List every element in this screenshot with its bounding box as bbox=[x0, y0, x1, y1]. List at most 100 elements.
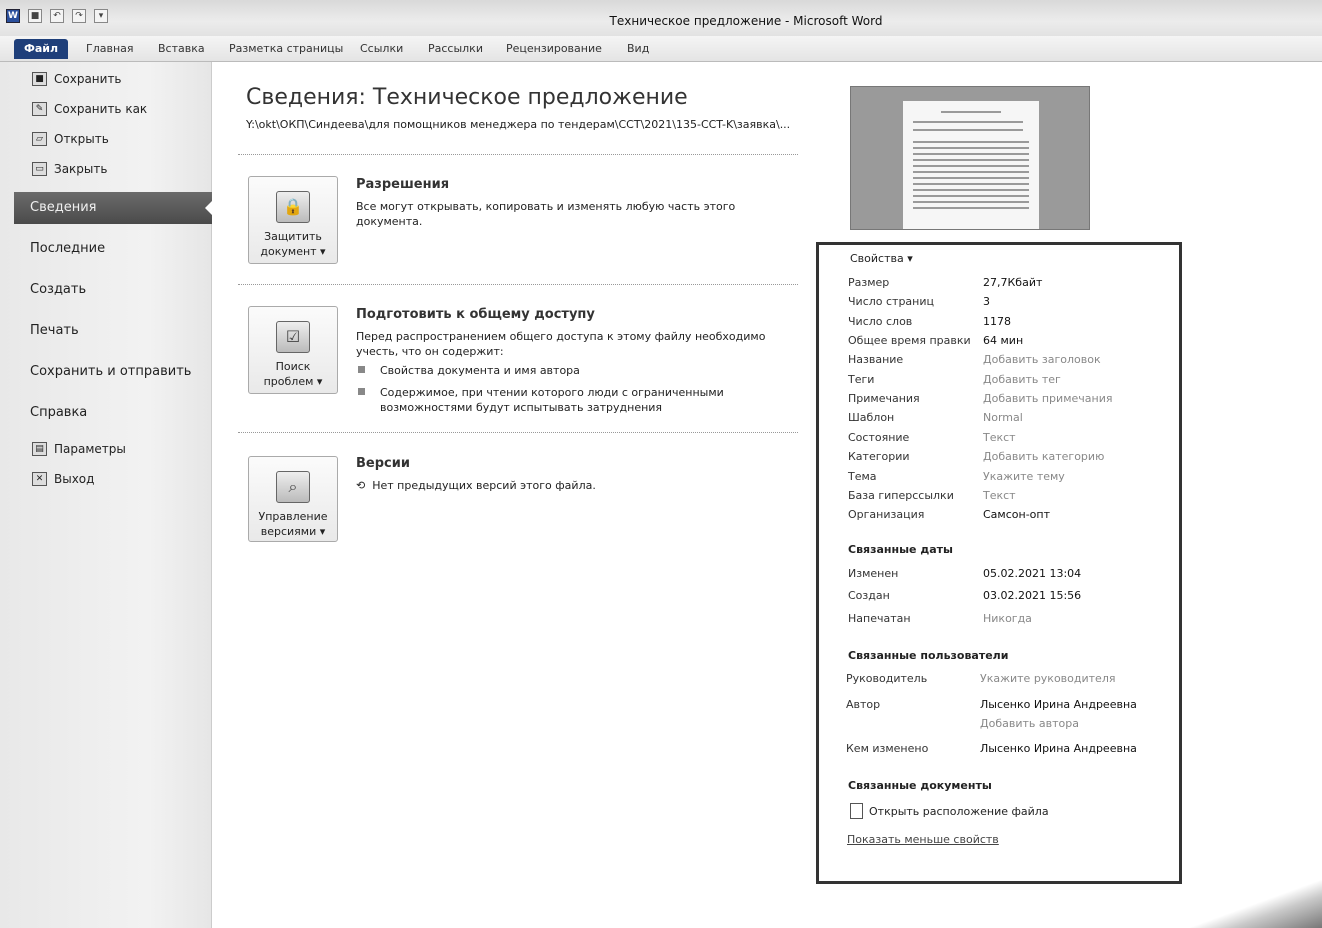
prop-edit-time: 64 мин bbox=[983, 334, 1024, 347]
prop-label-company: Организация bbox=[848, 508, 925, 521]
open-file-location-label: Открыть расположение файла bbox=[869, 804, 1049, 818]
related-documents-title: Связанные документы bbox=[848, 779, 992, 792]
ribbon-tabs: Файл Главная Вставка Разметка страницы С… bbox=[0, 36, 1322, 62]
manage-versions-button[interactable]: ⌕ Управление версиями ▾ bbox=[248, 456, 338, 542]
bullet-icon bbox=[358, 388, 365, 395]
prop-subject-field[interactable]: Укажите тему bbox=[983, 470, 1065, 483]
manage-versions-label-1: Управление bbox=[258, 510, 328, 523]
tab-insert[interactable]: Вставка bbox=[158, 42, 205, 55]
modified-by-name[interactable]: Лысенко Ирина Андреевна bbox=[980, 742, 1137, 755]
show-fewer-properties-link[interactable]: Показать меньше свойств bbox=[847, 833, 999, 846]
version-icon: ⟲ bbox=[356, 479, 366, 492]
tab-home[interactable]: Главная bbox=[86, 42, 134, 55]
nav-save-as-label: Сохранить как bbox=[54, 102, 148, 116]
nav-help[interactable]: Справка bbox=[30, 405, 87, 420]
prop-label-tags: Теги bbox=[848, 373, 875, 386]
prop-label-status: Состояние bbox=[848, 431, 910, 444]
protect-document-button[interactable]: 🔒 Защитить документ ▾ bbox=[248, 176, 338, 264]
prop-hyperlink-field[interactable]: Текст bbox=[983, 489, 1016, 502]
date-modified: 05.02.2021 13:04 bbox=[983, 567, 1082, 580]
options-icon: ▤ bbox=[32, 442, 47, 456]
prop-words: 1178 bbox=[983, 315, 1011, 328]
related-dates-title: Связанные даты bbox=[848, 543, 953, 556]
nav-exit[interactable]: ✕ Выход bbox=[32, 472, 94, 486]
permissions-title: Разрешения bbox=[356, 177, 450, 192]
prop-status-field[interactable]: Текст bbox=[983, 431, 1016, 444]
prop-title-field[interactable]: Добавить заголовок bbox=[983, 353, 1101, 366]
nav-close-label: Закрыть bbox=[54, 162, 108, 176]
prop-label-categories: Категории bbox=[848, 450, 910, 463]
nav-recent[interactable]: Последние bbox=[30, 241, 105, 256]
protect-document-label-2: документ ▾ bbox=[260, 245, 326, 258]
nav-save-label: Сохранить bbox=[54, 72, 122, 86]
nav-save[interactable]: ■ Сохранить bbox=[32, 72, 122, 86]
date-printed: Никогда bbox=[983, 612, 1032, 625]
nav-options[interactable]: ▤ Параметры bbox=[32, 442, 126, 456]
versions-icon: ⌕ bbox=[276, 471, 310, 503]
date-label-created: Создан bbox=[848, 589, 890, 602]
check-issues-label-1: Поиск bbox=[275, 360, 311, 373]
backstage-nav: ■ Сохранить ✎ Сохранить как ▱ Открыть ▭ … bbox=[0, 62, 213, 928]
tab-references[interactable]: Ссылки bbox=[360, 42, 403, 55]
preview-page bbox=[903, 101, 1039, 229]
nav-print[interactable]: Печать bbox=[30, 323, 79, 338]
prop-tags-field[interactable]: Добавить тег bbox=[983, 373, 1061, 386]
tab-view[interactable]: Вид bbox=[627, 42, 649, 55]
prop-categories-field[interactable]: Добавить категорию bbox=[983, 450, 1104, 463]
prop-company-field[interactable]: Самсон-опт bbox=[983, 508, 1050, 521]
manager-field[interactable]: Укажите руководителя bbox=[980, 672, 1115, 685]
properties-dropdown[interactable]: Свойства ▾ bbox=[850, 252, 913, 265]
check-for-issues-button[interactable]: ☑ Поиск проблем ▾ bbox=[248, 306, 338, 394]
permissions-text: Все могут открывать, копировать и изменя… bbox=[356, 200, 736, 228]
save-icon: ■ bbox=[32, 72, 47, 86]
author-name[interactable]: Лысенко Ирина Андреевна bbox=[980, 698, 1137, 711]
nav-exit-label: Выход bbox=[54, 472, 95, 486]
prop-label-subject: Тема bbox=[848, 470, 877, 483]
prepare-title: Подготовить к общему доступу bbox=[356, 307, 595, 322]
prop-label-words: Число слов bbox=[848, 315, 913, 328]
nav-open[interactable]: ▱ Открыть bbox=[32, 132, 109, 146]
list-item: Свойства документа и имя автора bbox=[358, 363, 778, 378]
prop-comments-field[interactable]: Добавить примечания bbox=[983, 392, 1112, 405]
title-bar: W ■ ↶ ↷ ▾ Техническое предложение - Micr… bbox=[0, 0, 1322, 36]
tab-mailings[interactable]: Рассылки bbox=[428, 42, 483, 55]
open-file-location-link[interactable]: Открыть расположение файла bbox=[850, 803, 1049, 819]
nav-close[interactable]: ▭ Закрыть bbox=[32, 162, 107, 176]
tab-file[interactable]: Файл bbox=[14, 39, 68, 59]
divider bbox=[238, 432, 798, 433]
prop-pages: 3 bbox=[983, 295, 990, 308]
list-item: Содержимое, при чтении которого люди с о… bbox=[358, 385, 758, 415]
folder-close-icon: ▭ bbox=[32, 162, 47, 176]
add-author-link[interactable]: Добавить автора bbox=[980, 717, 1079, 730]
tab-page-layout[interactable]: Разметка страницы bbox=[229, 42, 343, 55]
nav-info[interactable]: Сведения bbox=[14, 192, 213, 224]
prop-label-comments: Примечания bbox=[848, 392, 920, 405]
file-path: Y:\okt\ОКП\Синдеева\для помощников менед… bbox=[246, 118, 791, 131]
window-title: Техническое предложение - Microsoft Word bbox=[609, 14, 883, 28]
nav-new[interactable]: Создать bbox=[30, 282, 86, 297]
prepare-text: Перед распространением общего доступа к … bbox=[356, 330, 766, 358]
prop-label-size: Размер bbox=[848, 276, 890, 289]
protect-document-label-1: Защитить bbox=[264, 230, 322, 243]
document-preview[interactable] bbox=[850, 86, 1090, 230]
date-label-printed: Напечатан bbox=[848, 612, 911, 625]
manage-versions-label-2: версиями ▾ bbox=[260, 525, 326, 538]
prop-label-pages: Число страниц bbox=[848, 295, 935, 308]
folder-open-icon: ▱ bbox=[32, 132, 47, 146]
nav-open-label: Открыть bbox=[54, 132, 109, 146]
nav-save-send[interactable]: Сохранить и отправить bbox=[30, 364, 191, 379]
prop-label-template: Шаблон bbox=[848, 411, 895, 424]
prop-label-hyperlink: База гиперссылки bbox=[848, 489, 954, 502]
people-label-author: Автор bbox=[846, 698, 881, 711]
nav-save-as[interactable]: ✎ Сохранить как bbox=[32, 102, 147, 116]
inspect-document-icon: ☑ bbox=[276, 321, 310, 353]
prop-label-title: Название bbox=[848, 353, 904, 366]
prop-size: 27,7Кбайт bbox=[983, 276, 1043, 289]
prop-label-edit-time: Общее время правки bbox=[848, 334, 971, 347]
tab-review[interactable]: Рецензирование bbox=[506, 42, 602, 55]
save-as-icon: ✎ bbox=[32, 102, 47, 116]
check-issues-label-2: проблем ▾ bbox=[263, 375, 323, 388]
people-label-modified-by: Кем изменено bbox=[846, 742, 929, 755]
date-label-modified: Изменен bbox=[848, 567, 899, 580]
date-created: 03.02.2021 15:56 bbox=[983, 589, 1082, 602]
